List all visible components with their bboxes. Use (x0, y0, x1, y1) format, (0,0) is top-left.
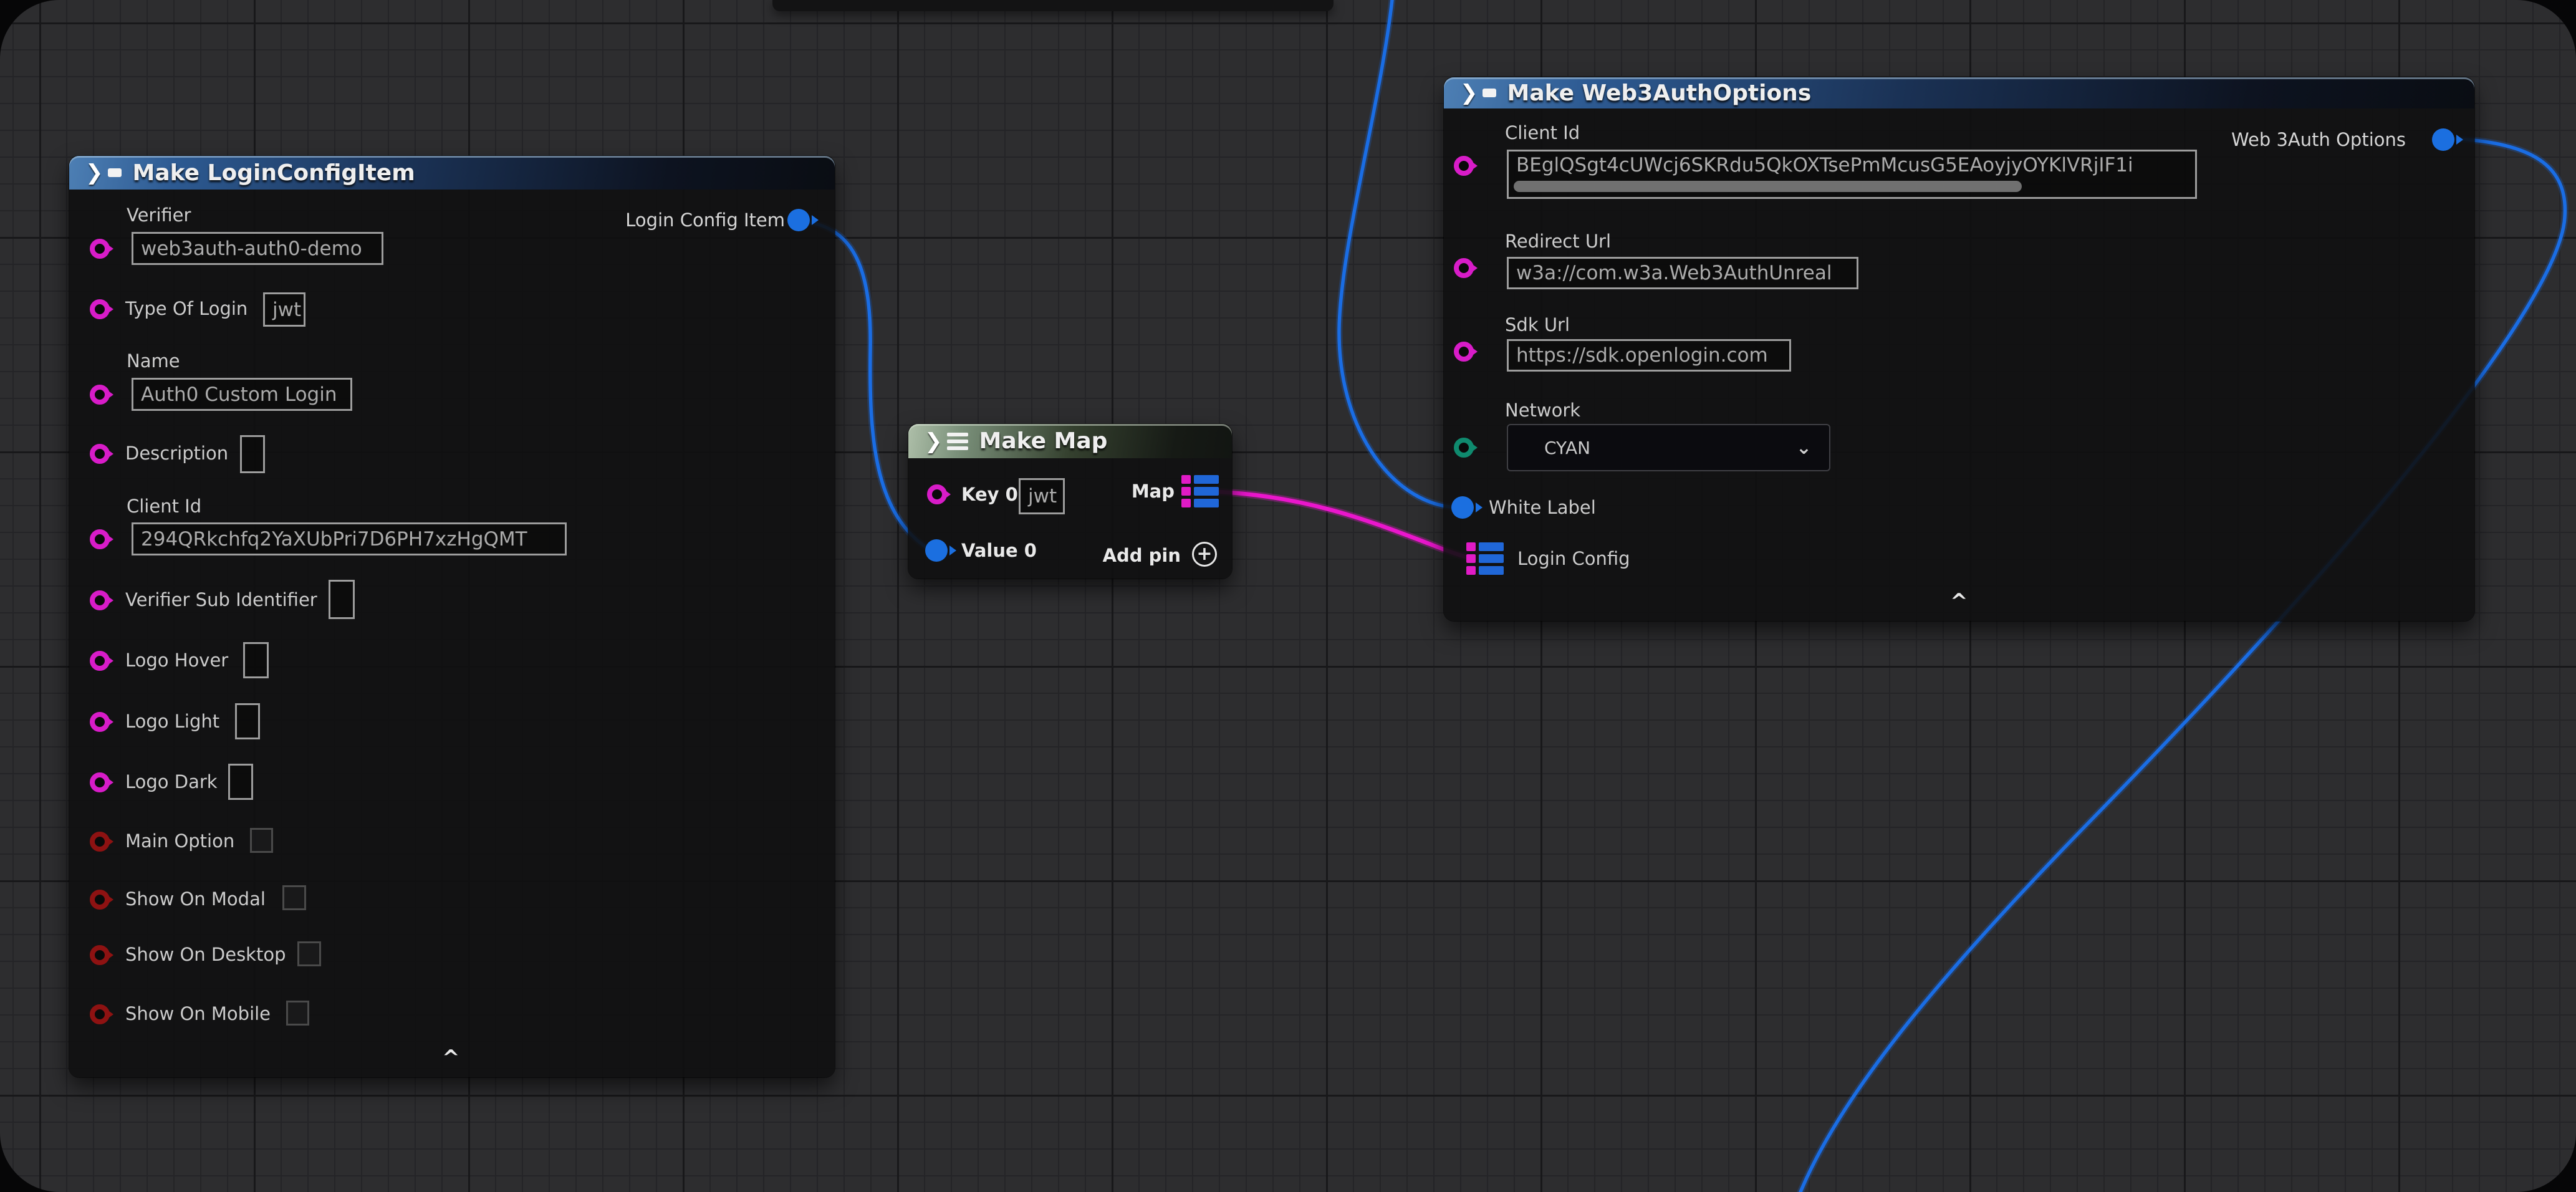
pin-show-on-mobile[interactable] (90, 1004, 110, 1024)
logo-light-label: Logo Light (125, 711, 219, 732)
map-output-label: Map (1132, 481, 1175, 502)
description-label: Description (125, 443, 228, 464)
make-struct-icon: ❯ (85, 160, 122, 185)
pin-show-on-modal[interactable] (90, 890, 110, 910)
show-on-mobile-label: Show On Mobile (125, 1003, 271, 1024)
pin-logo-light[interactable] (90, 712, 110, 732)
pin-key0[interactable] (927, 484, 947, 504)
login-config-label: Login Config (1517, 548, 1630, 569)
offscreen-node-bottom (772, 0, 1334, 11)
logo-light-input[interactable] (235, 703, 260, 739)
logo-dark-input[interactable] (228, 764, 253, 800)
name-input[interactable]: Auth0 Custom Login (132, 378, 352, 411)
network-label: Network (1505, 400, 1580, 421)
node-make-loginconfigitem[interactable]: ❯ Make LoginConfigItem Verifier web3auth… (69, 156, 835, 1077)
sdk-url-input[interactable]: https://sdk.openlogin.com (1507, 339, 1791, 372)
web3auth-options-output-label: Web 3Auth Options (2231, 129, 2406, 150)
node-header-make-loginconfigitem[interactable]: ❯ Make LoginConfigItem (69, 156, 835, 190)
node-title: Make LoginConfigItem (133, 160, 415, 186)
pin-logo-hover[interactable] (90, 651, 110, 671)
node-make-web3authoptions[interactable]: ❯ Make Web3AuthOptions Client Id BEglQSg… (1444, 77, 2474, 621)
show-on-modal-label: Show On Modal (125, 888, 266, 910)
pin-white-label[interactable] (1451, 496, 1474, 519)
pin-map-output[interactable] (1181, 475, 1219, 507)
collapse-node-button[interactable]: ^ (1950, 591, 1968, 612)
node-title: Make Map (979, 428, 1108, 454)
key0-input[interactable]: jwt (1019, 478, 1065, 514)
show-on-desktop-label: Show On Desktop (125, 944, 286, 965)
node-make-map[interactable]: ❯ Make Map Key 0 jwt Value 0 Map Add pin… (908, 424, 1232, 579)
show-on-mobile-checkbox[interactable] (286, 1001, 309, 1026)
description-input[interactable] (240, 435, 265, 473)
verifier-sub-identifier-input[interactable] (329, 580, 355, 619)
pin-name[interactable] (90, 385, 110, 405)
client-id-input[interactable]: 294QRkchfq2YaXUbPri7D6PH7xzHgQMT (132, 522, 567, 555)
pin-type-of-login[interactable] (90, 299, 110, 319)
show-on-desktop-checkbox[interactable] (297, 941, 321, 966)
redirect-url-label: Redirect Url (1505, 231, 1611, 252)
pin-login-config[interactable] (1466, 542, 1504, 575)
blueprint-editor: ❯ Make LoginConfigItem Verifier web3auth… (0, 0, 2576, 1192)
white-label-label: White Label (1489, 497, 1596, 518)
client-id-scrollbar[interactable] (1514, 181, 2022, 192)
pin-show-on-desktop[interactable] (90, 945, 110, 965)
pin-verifier[interactable] (90, 239, 110, 259)
sdk-url-label: Sdk Url (1505, 314, 1570, 335)
redirect-url-input[interactable]: w3a://com.w3a.Web3AuthUnreal (1507, 257, 1858, 289)
network-value: CYAN (1544, 438, 1590, 458)
logo-hover-label: Logo Hover (125, 650, 228, 671)
pin-web3auth-options-output[interactable] (2432, 128, 2454, 151)
pin-verifier-sub-identifier[interactable] (90, 590, 110, 610)
name-label: Name (127, 350, 180, 372)
network-dropdown[interactable]: CYAN ⌄ (1507, 424, 1830, 471)
pin-network[interactable] (1454, 438, 1474, 458)
show-on-modal-checkbox[interactable] (282, 885, 306, 910)
pin-sdk-url[interactable] (1454, 342, 1474, 362)
main-option-label: Main Option (125, 830, 234, 852)
make-map-icon: ❯ (925, 429, 968, 454)
client-id-label: Client Id (1505, 122, 1580, 143)
collapse-node-button[interactable]: ^ (442, 1047, 460, 1069)
pin-description[interactable] (90, 444, 110, 464)
pin-login-config-item-output[interactable] (787, 209, 810, 231)
login-config-item-output-label: Login Config Item (625, 209, 785, 231)
make-struct-icon: ❯ (1460, 80, 1496, 105)
verifier-label: Verifier (127, 204, 191, 226)
pin-value0[interactable] (925, 539, 948, 562)
value0-label: Value 0 (961, 540, 1037, 561)
logo-hover-input[interactable] (243, 642, 269, 678)
add-pin-label: Add pin (1103, 545, 1181, 566)
node-header-make-map[interactable]: ❯ Make Map (908, 424, 1232, 458)
add-pin-button[interactable]: + (1192, 542, 1217, 567)
type-of-login-label: Type Of Login (125, 298, 248, 319)
type-of-login-input[interactable]: jwt (263, 292, 305, 327)
pin-logo-dark[interactable] (90, 772, 110, 792)
node-title: Make Web3AuthOptions (1507, 80, 1812, 106)
client-id-label: Client Id (127, 496, 201, 517)
pin-main-option[interactable] (90, 832, 110, 852)
node-header-make-web3authoptions[interactable]: ❯ Make Web3AuthOptions (1444, 77, 2474, 108)
pin-redirect-url[interactable] (1454, 258, 1474, 278)
chevron-down-icon: ⌄ (1796, 437, 1812, 459)
main-option-checkbox[interactable] (250, 828, 273, 853)
verifier-input[interactable]: web3auth-auth0-demo (132, 232, 383, 265)
key0-label: Key 0 (961, 484, 1018, 505)
verifier-sub-identifier-label: Verifier Sub Identifier (125, 589, 317, 610)
pin-client-id[interactable] (90, 529, 110, 549)
logo-dark-label: Logo Dark (125, 771, 218, 792)
pin-client-id[interactable] (1454, 156, 1474, 176)
